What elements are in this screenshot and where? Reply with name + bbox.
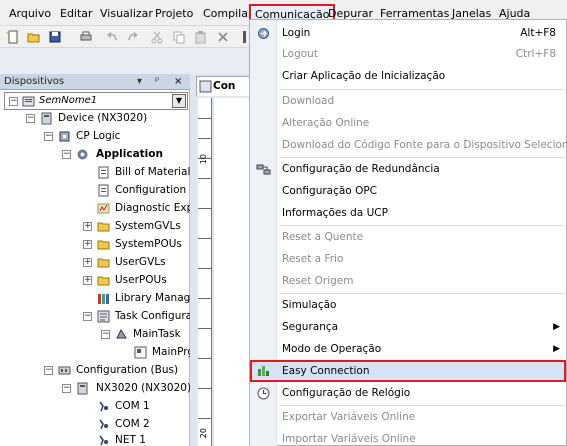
device-icon: [40, 112, 53, 125]
menu-arquivo[interactable]: Arquivo: [9, 7, 51, 20]
configuration-icon: [199, 80, 212, 93]
undo-icon[interactable]: [105, 30, 119, 44]
ruler-label-10: 10: [199, 154, 208, 165]
devices-panel: Dispositivos ▾ ᵖ × − SemNome1 ▼ − Device…: [0, 74, 203, 446]
menu-item-criar-aplicacao[interactable]: Criar Aplicação de Inicialização: [250, 66, 566, 87]
dropdown-arrow-icon[interactable]: ▾: [137, 75, 142, 88]
devices-panel-header: Dispositivos ▾ ᵖ ×: [0, 74, 190, 90]
comunicacao-dropdown: Login Alt+F8 Logout Ctrl+F8 Criar Aplica…: [249, 19, 567, 446]
menu-item-alteracao-online[interactable]: Alteração Online: [250, 113, 566, 134]
expand-icon[interactable]: +: [83, 258, 92, 267]
cpu-icon: [58, 130, 71, 143]
ruler-label-20: 20: [199, 428, 208, 439]
network-icon: [97, 434, 110, 446]
clock-icon: [256, 386, 271, 401]
menu-item-logout[interactable]: Logout Ctrl+F8: [250, 44, 566, 65]
collapse-icon[interactable]: −: [62, 150, 71, 159]
menu-separator: [280, 157, 564, 158]
menu-item-login[interactable]: Login Alt+F8: [250, 23, 566, 44]
menu-separator: [280, 225, 564, 226]
menu-separator: [280, 405, 564, 406]
port-icon: [97, 400, 110, 413]
task-icon: [115, 328, 128, 341]
cut-icon[interactable]: [150, 30, 164, 44]
paste-icon[interactable]: [194, 30, 208, 44]
expand-icon[interactable]: +: [83, 276, 92, 285]
redo-icon[interactable]: [126, 30, 140, 44]
delete-icon[interactable]: [216, 30, 230, 44]
bus-icon: [58, 364, 71, 377]
login-icon: [256, 26, 271, 41]
menu-item-simulacao[interactable]: Simulação: [250, 295, 566, 316]
new-file-icon[interactable]: [6, 30, 20, 44]
expand-icon[interactable]: +: [83, 240, 92, 249]
menu-visualizar[interactable]: Visualizar: [100, 7, 153, 20]
collapse-icon[interactable]: −: [83, 312, 92, 321]
collapse-icon[interactable]: −: [44, 132, 53, 141]
diagnostic-icon: [97, 202, 110, 215]
folder-icon: [97, 238, 110, 251]
vertical-ruler: 10 20: [198, 98, 212, 446]
collapse-icon[interactable]: −: [9, 97, 18, 106]
easy-connection-icon: [256, 363, 271, 378]
menu-item-exportar-variaveis[interactable]: Exportar Variáveis Online: [250, 407, 566, 428]
menu-item-reset-origem[interactable]: Reset Origem: [250, 271, 566, 292]
menu-item-download-codigo-fonte[interactable]: Download do Código Fonte para o Disposit…: [250, 135, 567, 156]
document-icon: [97, 184, 110, 197]
document-icon: [97, 166, 110, 179]
collapse-icon[interactable]: −: [101, 330, 110, 339]
menu-item-reset-quente[interactable]: Reset a Quente: [250, 227, 566, 248]
port-icon: [97, 418, 110, 431]
editor-tab[interactable]: Con: [196, 76, 256, 96]
editor-tab-label: Con: [213, 80, 236, 92]
collapse-icon[interactable]: −: [44, 366, 53, 375]
menu-separator: [280, 89, 564, 90]
collapse-icon[interactable]: −: [62, 384, 71, 393]
menu-item-configuracao-relogio[interactable]: Configuração de Relógio: [250, 383, 566, 404]
folder-icon: [97, 256, 110, 269]
project-name: SemNome1: [39, 95, 98, 106]
menu-item-seguranca[interactable]: Segurança ▶: [250, 317, 566, 338]
module-icon: [76, 382, 89, 395]
project-icon: [22, 95, 35, 108]
devices-panel-title: Dispositivos: [4, 76, 65, 87]
program-icon: [134, 346, 147, 359]
menu-separator: [280, 293, 564, 294]
folder-icon: [97, 220, 110, 233]
library-icon: [97, 292, 110, 305]
folder-icon: [97, 274, 110, 287]
print-icon[interactable]: [79, 30, 93, 44]
menu-item-informacoes-ucp[interactable]: Informações da UCP: [250, 203, 566, 224]
menu-compilar[interactable]: Compilar: [203, 7, 252, 20]
submenu-arrow-icon: ▶: [553, 322, 560, 332]
menu-item-importar-variaveis[interactable]: Importar Variáveis Online: [250, 429, 566, 446]
close-icon[interactable]: ×: [174, 75, 182, 88]
menu-item-redundancia[interactable]: Configuração de Redundância: [250, 159, 566, 180]
menu-item-reset-frio[interactable]: Reset a Frio: [250, 249, 566, 270]
pin-icon[interactable]: ᵖ: [155, 75, 159, 88]
open-folder-icon[interactable]: [27, 30, 41, 44]
expand-icon[interactable]: +: [83, 222, 92, 231]
toolbar-gap: [0, 48, 260, 74]
save-icon[interactable]: [48, 30, 62, 44]
submenu-arrow-icon: ▶: [553, 344, 560, 354]
menu-item-download[interactable]: Download: [250, 91, 566, 112]
gear-icon: [76, 148, 89, 161]
toolbar: [0, 26, 260, 48]
copy-icon[interactable]: [172, 30, 186, 44]
menu-projeto[interactable]: Projeto: [155, 7, 193, 20]
menu-item-easy-connection[interactable]: Easy Connection: [250, 360, 566, 382]
menu-item-configuracao-opc[interactable]: Configuração OPC: [250, 181, 566, 202]
redundancy-icon: [256, 162, 271, 177]
task-config-icon: [97, 310, 110, 323]
collapse-icon[interactable]: −: [26, 114, 35, 123]
menu-item-modo-operacao[interactable]: Modo de Operação ▶: [250, 339, 566, 360]
project-combo[interactable]: − SemNome1 ▼: [4, 92, 188, 110]
chevron-down-icon[interactable]: ▼: [172, 94, 186, 108]
menu-editar[interactable]: Editar: [60, 7, 93, 20]
